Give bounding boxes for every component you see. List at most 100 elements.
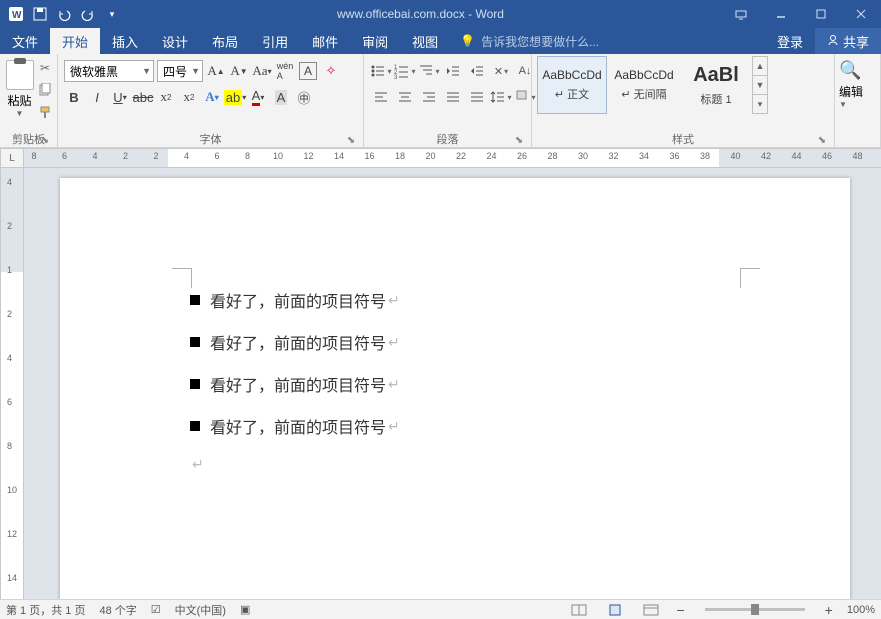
superscript-button[interactable]: x2 <box>179 86 199 108</box>
ruler-number: 28 <box>547 151 557 161</box>
login-button[interactable]: 登录 <box>765 28 815 54</box>
ruler-number: 20 <box>425 151 435 161</box>
clear-formatting-button[interactable]: ✧ <box>321 60 341 82</box>
ruler-number: 32 <box>608 151 618 161</box>
text-effects-button[interactable]: A▾ <box>202 86 222 108</box>
close-button[interactable] <box>841 0 881 28</box>
vertical-ruler[interactable]: 4212468101214 <box>0 168 24 599</box>
macro-icon[interactable]: ▣ <box>240 603 250 616</box>
font-color-button[interactable]: A▾ <box>248 86 268 108</box>
scroll-arrow-icon[interactable]: ▾ <box>753 95 767 113</box>
save-icon[interactable] <box>32 6 48 22</box>
page-indicator[interactable]: 第 1 页，共 1 页 <box>6 602 85 618</box>
font-name-combo[interactable]: 微软雅黑▼ <box>64 60 154 82</box>
font-launcher-icon[interactable]: ⬊ <box>345 135 357 147</box>
char-shading-button[interactable]: A <box>271 86 291 108</box>
increase-indent-button[interactable] <box>466 60 488 82</box>
language-indicator[interactable]: 中文(中国) <box>175 602 226 618</box>
styles-launcher-icon[interactable]: ⬊ <box>816 135 828 147</box>
tab-view[interactable]: 视图 <box>400 28 450 54</box>
undo-icon[interactable] <box>56 6 72 22</box>
tab-home[interactable]: 开始 <box>50 28 100 54</box>
styles-scroll[interactable]: ▲▼▾ <box>752 56 768 114</box>
copy-icon[interactable] <box>37 82 53 98</box>
tell-me[interactable]: 💡 告诉我您想要做什么... <box>450 28 765 54</box>
style-item[interactable]: AaBl标题 1 <box>681 56 751 114</box>
qat-customize-icon[interactable]: ▾ <box>104 6 120 22</box>
scroll-arrow-icon[interactable]: ▲ <box>753 57 767 76</box>
share-button[interactable]: 共享 <box>815 28 881 54</box>
char-border-button[interactable]: A <box>298 60 318 82</box>
spellcheck-icon[interactable]: ☑ <box>151 603 161 616</box>
tab-insert[interactable]: 插入 <box>100 28 150 54</box>
ruler-number: 4 <box>184 151 189 161</box>
underline-button[interactable]: U▾ <box>110 86 130 108</box>
document-scroll[interactable]: 看好了，前面的项目符号↵ 看好了，前面的项目符号↵ 看好了，前面的项目符号↵ 看好了，… <box>24 168 881 599</box>
bullets-button[interactable]: ▾ <box>370 60 392 82</box>
grow-font-button[interactable]: A▲ <box>206 60 226 82</box>
shrink-font-button[interactable]: A▼ <box>229 60 249 82</box>
clipboard-launcher-icon[interactable]: ⬊ <box>39 135 51 147</box>
window-title: www.officebai.com.docx - Word <box>120 7 721 21</box>
margin-corner-icon <box>172 268 192 288</box>
tab-file[interactable]: 文件 <box>0 28 50 54</box>
tab-design[interactable]: 设计 <box>150 28 200 54</box>
zoom-slider[interactable] <box>705 608 805 611</box>
empty-line[interactable]: ↵ <box>190 456 400 473</box>
style-item[interactable]: AaBbCcDd↵ 正文 <box>537 56 607 114</box>
ruler-number: 24 <box>486 151 496 161</box>
tab-references[interactable]: 引用 <box>250 28 300 54</box>
find-icon[interactable]: 🔍 <box>839 60 861 81</box>
multilevel-list-button[interactable]: ▾ <box>418 60 440 82</box>
cut-icon[interactable]: ✂ <box>37 60 53 76</box>
word-count[interactable]: 48 个字 <box>99 602 136 618</box>
align-left-button[interactable] <box>370 86 392 108</box>
italic-button[interactable]: I <box>87 86 107 108</box>
zoom-in-button[interactable]: + <box>825 602 833 618</box>
maximize-button[interactable] <box>801 0 841 28</box>
minimize-button[interactable] <box>761 0 801 28</box>
style-item[interactable]: AaBbCcDd↵ 无间隔 <box>609 56 679 114</box>
line-spacing-button[interactable]: ▾ <box>490 86 512 108</box>
read-mode-button[interactable] <box>568 602 590 618</box>
align-center-button[interactable] <box>394 86 416 108</box>
decrease-indent-button[interactable] <box>442 60 464 82</box>
bullet-line[interactable]: 看好了，前面的项目符号↵ <box>190 288 400 312</box>
bullet-line[interactable]: 看好了，前面的项目符号↵ <box>190 414 400 438</box>
tab-layout[interactable]: 布局 <box>200 28 250 54</box>
page-content[interactable]: 看好了，前面的项目符号↵ 看好了，前面的项目符号↵ 看好了，前面的项目符号↵ 看好了，… <box>190 288 400 473</box>
tab-review[interactable]: 审阅 <box>350 28 400 54</box>
horizontal-ruler[interactable]: 8642246810121416182022242628303234363840… <box>24 148 881 168</box>
asian-layout-button[interactable]: ✕▾ <box>490 60 512 82</box>
paste-button[interactable]: 粘贴 ▼ <box>4 56 35 118</box>
bullet-line[interactable]: 看好了，前面的项目符号↵ <box>190 330 400 354</box>
subscript-button[interactable]: x2 <box>156 86 176 108</box>
strikethrough-button[interactable]: abc <box>133 86 153 108</box>
redo-icon[interactable] <box>80 6 96 22</box>
highlight-button[interactable]: ab▾ <box>225 86 245 108</box>
bold-button[interactable]: B <box>64 86 84 108</box>
bullet-icon <box>190 421 200 431</box>
align-right-button[interactable] <box>418 86 440 108</box>
tab-mailings[interactable]: 邮件 <box>300 28 350 54</box>
print-layout-button[interactable] <box>604 602 626 618</box>
numbering-button[interactable]: 123▾ <box>394 60 416 82</box>
format-painter-icon[interactable] <box>37 104 53 120</box>
web-layout-button[interactable] <box>640 602 662 618</box>
tab-selector[interactable]: L <box>0 148 24 168</box>
change-case-button[interactable]: Aa▾ <box>252 60 272 82</box>
page: 看好了，前面的项目符号↵ 看好了，前面的项目符号↵ 看好了，前面的项目符号↵ 看好了，… <box>60 178 850 599</box>
zoom-thumb[interactable] <box>751 604 759 615</box>
zoom-level[interactable]: 100% <box>847 604 875 616</box>
zoom-out-button[interactable]: − <box>676 602 684 618</box>
font-size-combo[interactable]: 四号▼ <box>157 60 203 82</box>
bullet-line[interactable]: 看好了，前面的项目符号↵ <box>190 372 400 396</box>
enclose-char-button[interactable]: ㊥ <box>294 86 314 108</box>
chevron-down-icon[interactable]: ▼ <box>839 100 847 109</box>
align-justify-button[interactable] <box>442 86 464 108</box>
scroll-arrow-icon[interactable]: ▼ <box>753 76 767 95</box>
paragraph-launcher-icon[interactable]: ⬊ <box>513 135 525 147</box>
ribbon-options-icon[interactable] <box>721 0 761 28</box>
align-distributed-button[interactable] <box>466 86 488 108</box>
phonetic-guide-button[interactable]: wénA <box>275 60 295 82</box>
